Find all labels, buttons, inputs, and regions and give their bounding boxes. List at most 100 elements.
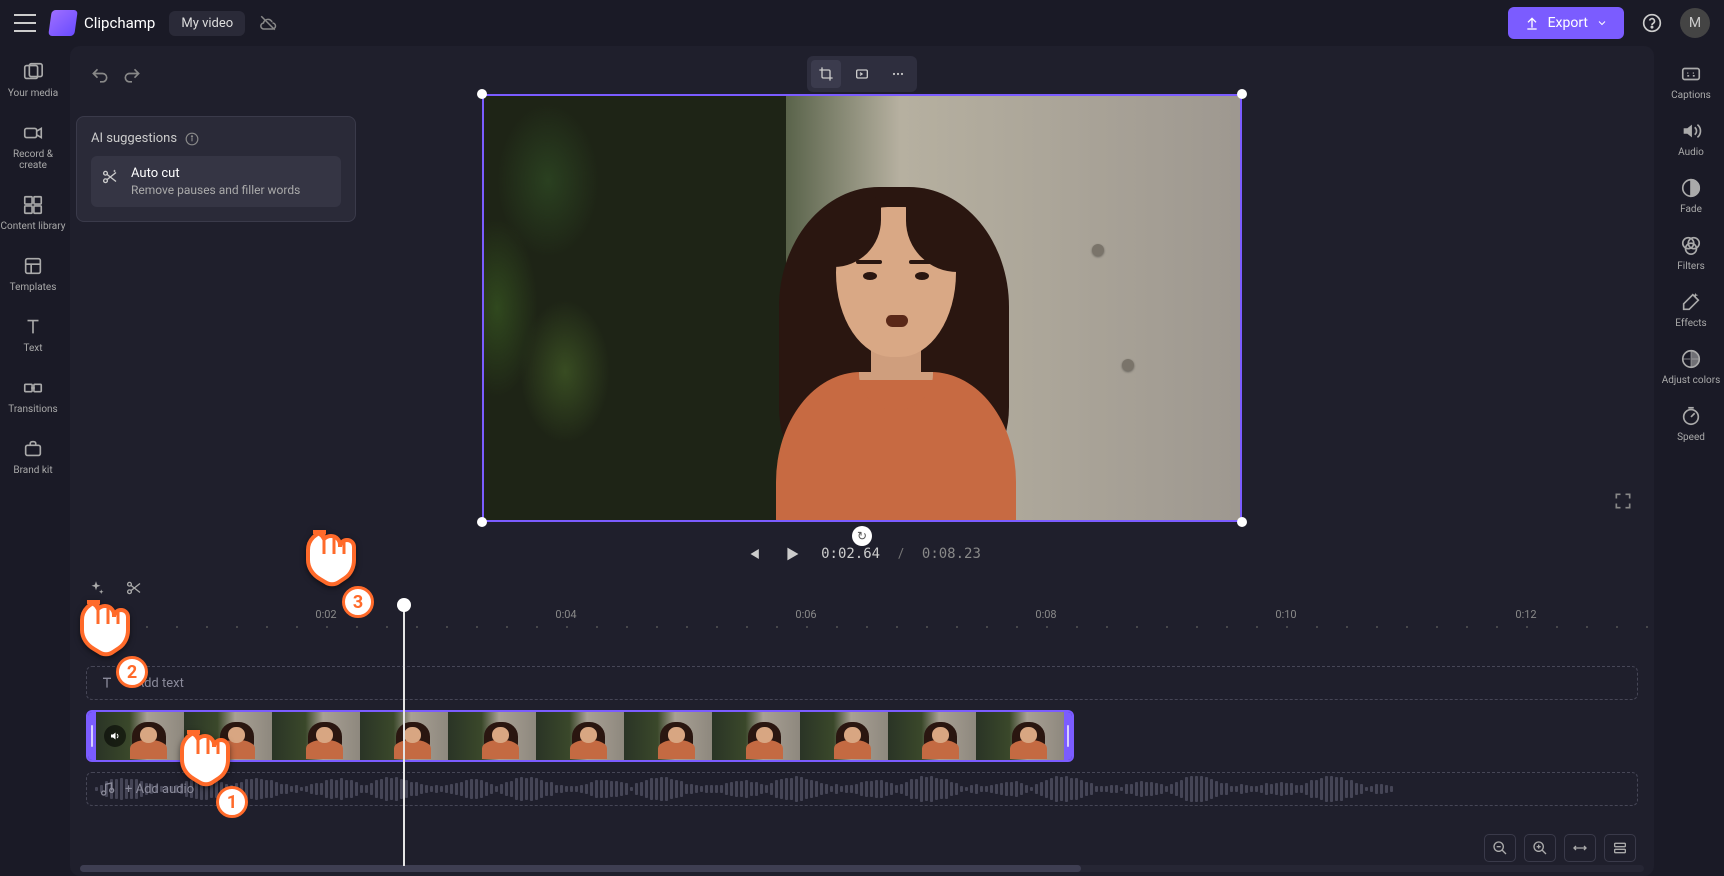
video-preview[interactable]	[482, 94, 1242, 522]
ruler-label: 0:02	[315, 608, 336, 621]
rotate-handle[interactable]: ↻	[852, 526, 872, 546]
scissors-sparkle-icon	[101, 168, 119, 186]
scissors-icon	[125, 579, 143, 597]
zoom-in-button[interactable]	[1524, 834, 1556, 862]
tracks-container: + Add text + Add audio	[86, 666, 1638, 806]
skip-previous-icon	[743, 544, 763, 564]
fit-icon	[854, 66, 870, 82]
timeline-ruler[interactable]: 0:020:040:060:080:100:12	[86, 608, 1638, 638]
resize-handle-br[interactable]	[1237, 517, 1247, 527]
upload-icon	[1524, 15, 1540, 31]
speed-icon	[1679, 404, 1703, 428]
fade-icon	[1679, 176, 1703, 200]
app-header: Clipchamp My video Export M	[0, 0, 1724, 46]
panel-filters[interactable]: Filters	[1677, 233, 1705, 272]
text-icon	[21, 315, 45, 339]
scrollbar-thumb[interactable]	[80, 865, 1081, 872]
panel-adjust-colors[interactable]: Adjust colors	[1662, 347, 1721, 386]
transitions-icon	[21, 376, 45, 400]
audio-icon	[1679, 119, 1703, 143]
fullscreen-button[interactable]	[1610, 488, 1636, 514]
sidebar-brand-kit[interactable]: Brand kit	[13, 437, 52, 476]
fullscreen-icon	[1613, 491, 1633, 511]
text-track-placeholder[interactable]: + Add text	[86, 666, 1638, 700]
ai-sparkle-button[interactable]	[86, 578, 106, 598]
speaker-icon	[109, 730, 121, 742]
stage-area: ↻ AI suggestions Auto cut Remove pauses …	[70, 46, 1654, 532]
clip-handle-left[interactable]	[88, 712, 96, 760]
fit-button[interactable]	[847, 60, 877, 88]
menu-icon[interactable]	[14, 14, 36, 32]
rows-icon	[1612, 840, 1628, 856]
export-button[interactable]: Export	[1508, 7, 1624, 39]
ruler-label: 0:10	[1275, 608, 1296, 621]
help-icon	[1642, 13, 1662, 33]
timeline-scrollbar[interactable]	[80, 865, 1644, 872]
briefcase-icon	[21, 437, 45, 461]
sidebar-content-library[interactable]: Content library	[1, 193, 66, 232]
undo-button[interactable]	[90, 66, 110, 86]
sidebar-record-create[interactable]: Record & create	[0, 121, 66, 171]
panel-fade[interactable]: Fade	[1679, 176, 1703, 215]
app-logo[interactable]: Clipchamp	[50, 10, 155, 36]
timeline-tools	[86, 578, 144, 598]
panel-audio[interactable]: Audio	[1678, 119, 1704, 158]
panel-captions[interactable]: Captions	[1671, 62, 1711, 101]
media-icon	[21, 60, 45, 84]
right-sidebar: Captions Audio Fade Filters Effects Adju…	[1658, 46, 1724, 876]
project-title[interactable]: My video	[169, 11, 245, 36]
more-button[interactable]	[883, 60, 913, 88]
crop-icon	[818, 66, 834, 82]
resize-handle-tr[interactable]	[1237, 89, 1247, 99]
redo-button[interactable]	[122, 66, 142, 86]
zoom-in-icon	[1532, 840, 1548, 856]
skip-start-button[interactable]	[743, 544, 763, 564]
sidebar-your-media[interactable]: Your media	[8, 60, 58, 99]
music-icon	[99, 781, 115, 797]
panel-effects[interactable]: Effects	[1675, 290, 1706, 329]
resize-handle-bl[interactable]	[477, 517, 487, 527]
playhead-knob[interactable]	[397, 598, 411, 612]
ai-autocut-item[interactable]: Auto cut Remove pauses and filler words	[91, 156, 341, 207]
split-button[interactable]	[124, 578, 144, 598]
ruler-label: 0:12	[1515, 608, 1536, 621]
preview-scene	[484, 96, 1240, 520]
help-button[interactable]	[1638, 9, 1666, 37]
text-icon	[99, 675, 115, 691]
clip-audio-badge[interactable]	[104, 725, 126, 747]
ruler-label: 0:04	[555, 608, 576, 621]
video-clip[interactable]	[86, 710, 1074, 762]
captions-icon	[1679, 62, 1703, 86]
ai-suggestions-popup: AI suggestions Auto cut Remove pauses an…	[76, 116, 356, 222]
avatar[interactable]: M	[1680, 8, 1710, 38]
ai-item-title: Auto cut	[131, 166, 300, 181]
resize-handle-tl[interactable]	[477, 89, 487, 99]
video-track	[86, 710, 1638, 762]
ai-item-subtitle: Remove pauses and filler words	[131, 183, 300, 197]
sidebar-templates[interactable]: Templates	[10, 254, 57, 293]
editor-canvas: ↻ AI suggestions Auto cut Remove pauses …	[70, 46, 1654, 876]
timeline-zoom-controls	[1484, 834, 1636, 862]
camera-icon	[21, 121, 45, 145]
time-total: 0:08.23	[922, 546, 981, 562]
zoom-out-icon	[1492, 840, 1508, 856]
fit-timeline-button[interactable]	[1564, 834, 1596, 862]
zoom-out-button[interactable]	[1484, 834, 1516, 862]
templates-icon	[21, 254, 45, 278]
audio-track-placeholder[interactable]: + Add audio	[86, 772, 1638, 806]
clipchamp-logo-icon	[48, 10, 78, 36]
fit-width-icon	[1572, 840, 1588, 856]
sidebar-transitions[interactable]: Transitions	[8, 376, 57, 415]
panel-speed[interactable]: Speed	[1677, 404, 1705, 443]
clip-handle-right[interactable]	[1064, 712, 1072, 760]
play-button[interactable]	[781, 543, 803, 565]
crop-button[interactable]	[811, 60, 841, 88]
playhead[interactable]	[403, 606, 405, 866]
time-current: 0:02.64	[821, 546, 880, 562]
cloud-off-icon[interactable]	[259, 14, 277, 32]
sparkle-icon	[87, 579, 105, 597]
filters-icon	[1679, 233, 1703, 257]
info-icon[interactable]	[185, 132, 199, 146]
sidebar-text[interactable]: Text	[21, 315, 45, 354]
toggle-tracks-button[interactable]	[1604, 834, 1636, 862]
